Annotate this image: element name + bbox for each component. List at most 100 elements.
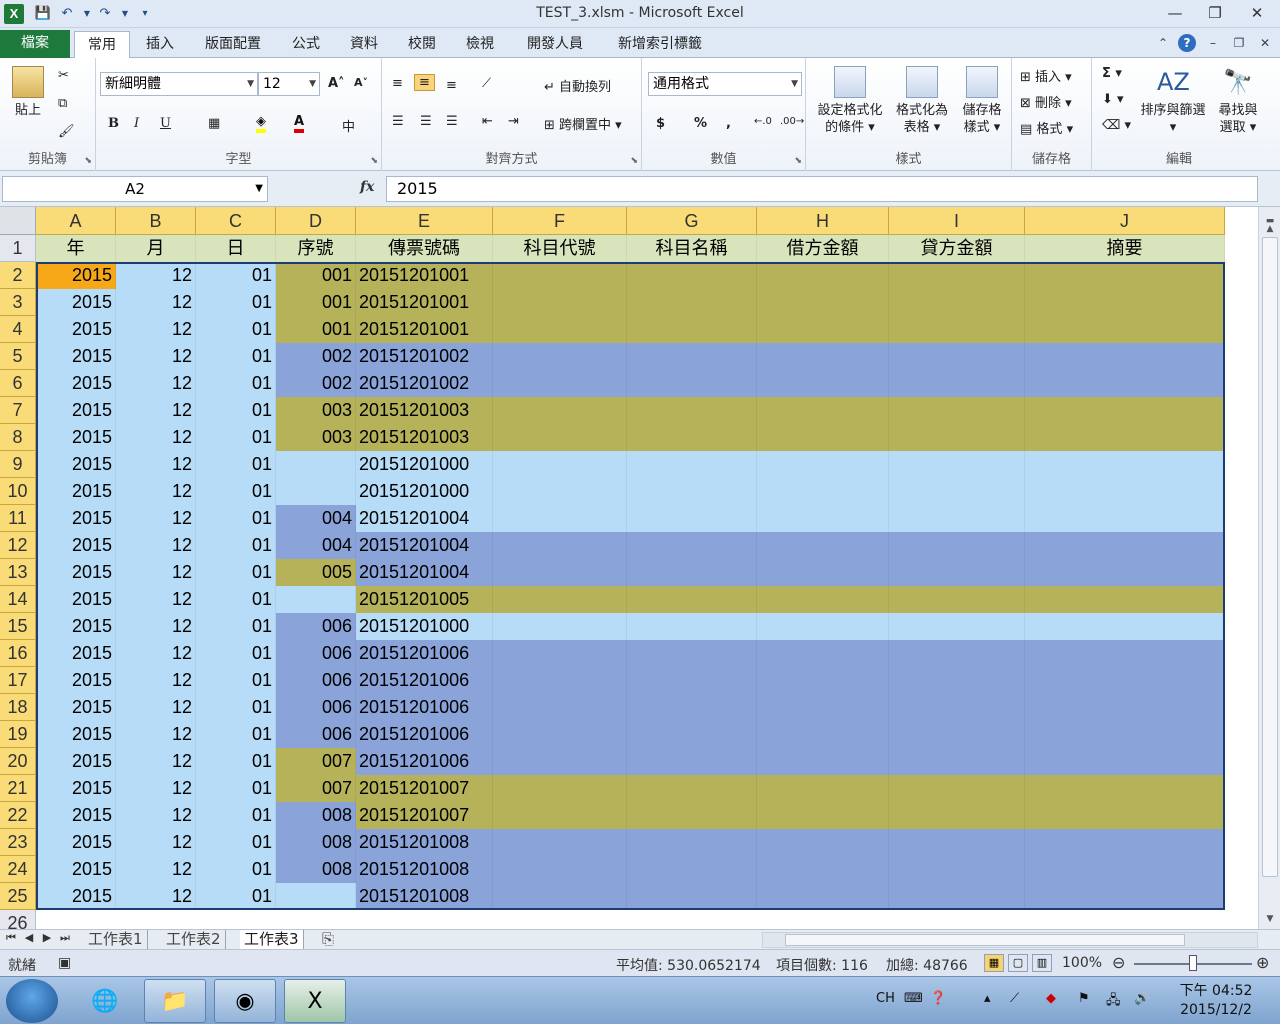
tray-app-icon[interactable]: ⟋ — [1010, 991, 1019, 1006]
empty-cell[interactable] — [1025, 289, 1225, 316]
data-cell-e[interactable]: 20151201003 — [356, 424, 493, 451]
data-cell-a[interactable]: 2015 — [36, 397, 116, 424]
empty-cell[interactable] — [757, 343, 889, 370]
row-header[interactable]: 15 — [0, 613, 36, 640]
data-cell-b[interactable]: 12 — [116, 316, 196, 343]
empty-cell[interactable] — [627, 694, 757, 721]
empty-cell[interactable] — [627, 532, 757, 559]
wrap-text-button[interactable]: ↵ 自動換列 — [544, 76, 611, 95]
row-header[interactable]: 3 — [0, 289, 36, 316]
empty-cell[interactable] — [493, 370, 627, 397]
tab-home[interactable]: 常用 — [74, 31, 130, 58]
restore-button[interactable]: ❐ — [1198, 2, 1232, 24]
data-cell-e[interactable]: 20151201000 — [356, 451, 493, 478]
scroll-down-icon[interactable]: ▼ — [1262, 911, 1278, 927]
sort-filter-button[interactable]: AZ 排序與篩選 ▾ — [1134, 66, 1212, 136]
empty-cell[interactable] — [1025, 640, 1225, 667]
font-dialog-launcher-icon[interactable]: ⬊ — [370, 156, 378, 166]
row-header[interactable]: 21 — [0, 775, 36, 802]
data-cell-d[interactable] — [276, 478, 356, 505]
column-header-j[interactable]: J — [1025, 207, 1225, 235]
tab-insert[interactable]: 插入 — [134, 31, 186, 58]
data-cell-c[interactable]: 01 — [196, 505, 276, 532]
empty-cell[interactable] — [757, 559, 889, 586]
empty-cell[interactable] — [889, 883, 1025, 910]
empty-cell[interactable] — [1025, 505, 1225, 532]
help-icon[interactable]: ? — [1178, 34, 1196, 52]
insert-sheet-icon[interactable]: ⎘ — [318, 930, 338, 949]
number-format-combo[interactable]: 通用格式 ▼ — [648, 72, 802, 96]
data-cell-c[interactable]: 01 — [196, 667, 276, 694]
data-cell-c[interactable]: 01 — [196, 586, 276, 613]
volume-icon[interactable]: 🔊 — [1134, 991, 1150, 1006]
empty-cell[interactable] — [627, 424, 757, 451]
empty-cell[interactable] — [889, 397, 1025, 424]
empty-cell[interactable] — [889, 775, 1025, 802]
align-bottom-icon[interactable]: ≡ — [446, 78, 457, 93]
column-header-a[interactable]: A — [36, 207, 116, 235]
collapse-ribbon-icon[interactable]: ⌃ — [1154, 34, 1172, 52]
data-cell-a[interactable]: 2015 — [36, 883, 116, 910]
empty-cell[interactable] — [757, 424, 889, 451]
row-header[interactable]: 6 — [0, 370, 36, 397]
insert-cells-button[interactable]: ⊞ 插入 ▾ — [1020, 66, 1072, 85]
data-cell-b[interactable]: 12 — [116, 424, 196, 451]
row-header[interactable]: 19 — [0, 721, 36, 748]
empty-cell[interactable] — [757, 316, 889, 343]
empty-cell[interactable] — [757, 748, 889, 775]
data-cell-b[interactable]: 12 — [116, 397, 196, 424]
data-cell-c[interactable]: 01 — [196, 613, 276, 640]
empty-cell[interactable] — [757, 613, 889, 640]
grow-font-icon[interactable]: A˄ — [328, 76, 345, 91]
empty-cell[interactable] — [889, 613, 1025, 640]
data-cell-b[interactable]: 12 — [116, 613, 196, 640]
action-center-flag-icon[interactable]: ⚑ — [1078, 991, 1090, 1006]
italic-button[interactable]: I — [134, 116, 139, 131]
empty-cell[interactable] — [1025, 775, 1225, 802]
empty-cell[interactable] — [493, 856, 627, 883]
clear-icon[interactable]: ⌫ ▾ — [1102, 118, 1131, 133]
data-cell-b[interactable]: 12 — [116, 532, 196, 559]
tab-formulas[interactable]: 公式 — [280, 31, 332, 58]
empty-cell[interactable] — [1025, 748, 1225, 775]
empty-cell[interactable] — [889, 640, 1025, 667]
data-cell-c[interactable]: 01 — [196, 289, 276, 316]
empty-cell[interactable] — [627, 370, 757, 397]
chrome-icon[interactable]: ◉ — [214, 979, 276, 1023]
empty-cell[interactable] — [1025, 370, 1225, 397]
tab-file[interactable]: 檔案 — [0, 30, 70, 58]
horizontal-scroll-thumb[interactable] — [785, 934, 1185, 946]
row-header[interactable]: 11 — [0, 505, 36, 532]
data-cell-d[interactable]: 006 — [276, 694, 356, 721]
data-cell-b[interactable]: 12 — [116, 748, 196, 775]
sheet-tab-2[interactable]: 工作表2 — [162, 930, 226, 949]
data-cell-c[interactable]: 01 — [196, 316, 276, 343]
empty-cell[interactable] — [627, 856, 757, 883]
data-cell-a[interactable]: 2015 — [36, 667, 116, 694]
row-header[interactable]: 10 — [0, 478, 36, 505]
data-cell-d[interactable]: 001 — [276, 262, 356, 289]
empty-cell[interactable] — [493, 721, 627, 748]
data-cell-d[interactable]: 002 — [276, 370, 356, 397]
row-header[interactable]: 26 — [0, 910, 36, 929]
tab-custom[interactable]: 新增索引標籤 — [604, 31, 716, 58]
borders-icon[interactable]: ▦ — [208, 116, 220, 131]
row-header[interactable]: 23 — [0, 829, 36, 856]
empty-cell[interactable] — [1025, 613, 1225, 640]
data-cell-b[interactable]: 12 — [116, 505, 196, 532]
empty-cell[interactable] — [627, 478, 757, 505]
data-cell-d[interactable]: 008 — [276, 829, 356, 856]
empty-cell[interactable] — [627, 775, 757, 802]
empty-cell[interactable] — [889, 289, 1025, 316]
empty-cell[interactable] — [889, 829, 1025, 856]
header-cell[interactable]: 日 — [196, 235, 276, 262]
data-cell-b[interactable]: 12 — [116, 262, 196, 289]
empty-cell[interactable] — [493, 505, 627, 532]
row-header[interactable]: 5 — [0, 343, 36, 370]
close-button[interactable]: ✕ — [1240, 2, 1274, 24]
data-cell-a[interactable]: 2015 — [36, 316, 116, 343]
empty-cell[interactable] — [889, 262, 1025, 289]
row-header[interactable]: 13 — [0, 559, 36, 586]
underline-button[interactable]: U — [160, 116, 171, 131]
data-cell-c[interactable]: 01 — [196, 424, 276, 451]
